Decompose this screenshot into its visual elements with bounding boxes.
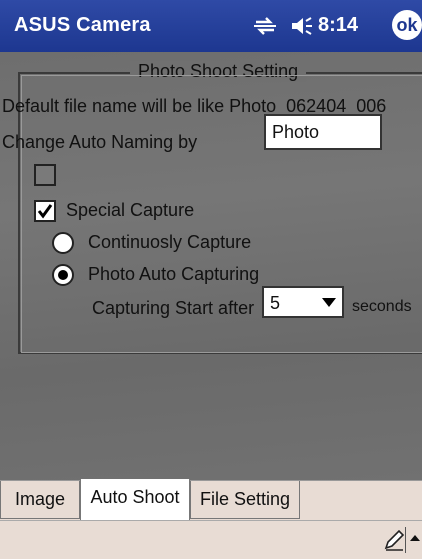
app-title: ASUS Camera xyxy=(14,14,151,36)
volume-icon[interactable] xyxy=(290,15,314,37)
input-up-arrow-icon[interactable] xyxy=(410,535,420,541)
checkmark-icon xyxy=(37,204,53,219)
tab-file-setting[interactable]: File Setting xyxy=(190,481,300,519)
special-capture-label: Special Capture xyxy=(66,200,195,220)
start-after-select[interactable]: 5 xyxy=(262,286,344,318)
clock-time[interactable]: 8:14 xyxy=(318,14,358,37)
auto-naming-label: Change Auto Naming by xyxy=(2,132,198,152)
separator xyxy=(405,527,406,553)
start-after-value: 5 xyxy=(270,293,281,313)
tab-image[interactable]: Image xyxy=(0,481,80,519)
seconds-label: seconds xyxy=(352,298,412,315)
continuosly-capture-label: Continuosly Capture xyxy=(88,232,252,252)
tab-strip: Image Auto Shoot File Setting xyxy=(0,479,422,521)
title-bar: ASUS Camera 8:14 ok xyxy=(0,0,422,52)
settings-panel: Photo Shoot Setting Default file name wi… xyxy=(0,52,422,480)
bottom-bar xyxy=(0,520,422,559)
radio-dot xyxy=(58,270,68,280)
photo-auto-capturing-radio[interactable] xyxy=(52,264,74,286)
photo-auto-capturing-label: Photo Auto Capturing xyxy=(88,264,260,284)
tab-auto-shoot[interactable]: Auto Shoot xyxy=(80,479,190,521)
special-capture-checkbox[interactable] xyxy=(34,200,56,222)
dropdown-arrow-icon xyxy=(322,298,336,307)
connectivity-icon[interactable] xyxy=(254,16,276,36)
continuosly-capture-radio[interactable] xyxy=(52,232,74,254)
auto-naming-input[interactable] xyxy=(264,114,382,150)
group-title: Photo Shoot Setting xyxy=(130,61,307,82)
ok-button[interactable]: ok xyxy=(392,10,422,40)
unlabeled-checkbox[interactable] xyxy=(34,164,56,186)
start-after-label: Capturing Start after xyxy=(92,298,255,318)
pen-icon[interactable] xyxy=(383,529,405,551)
